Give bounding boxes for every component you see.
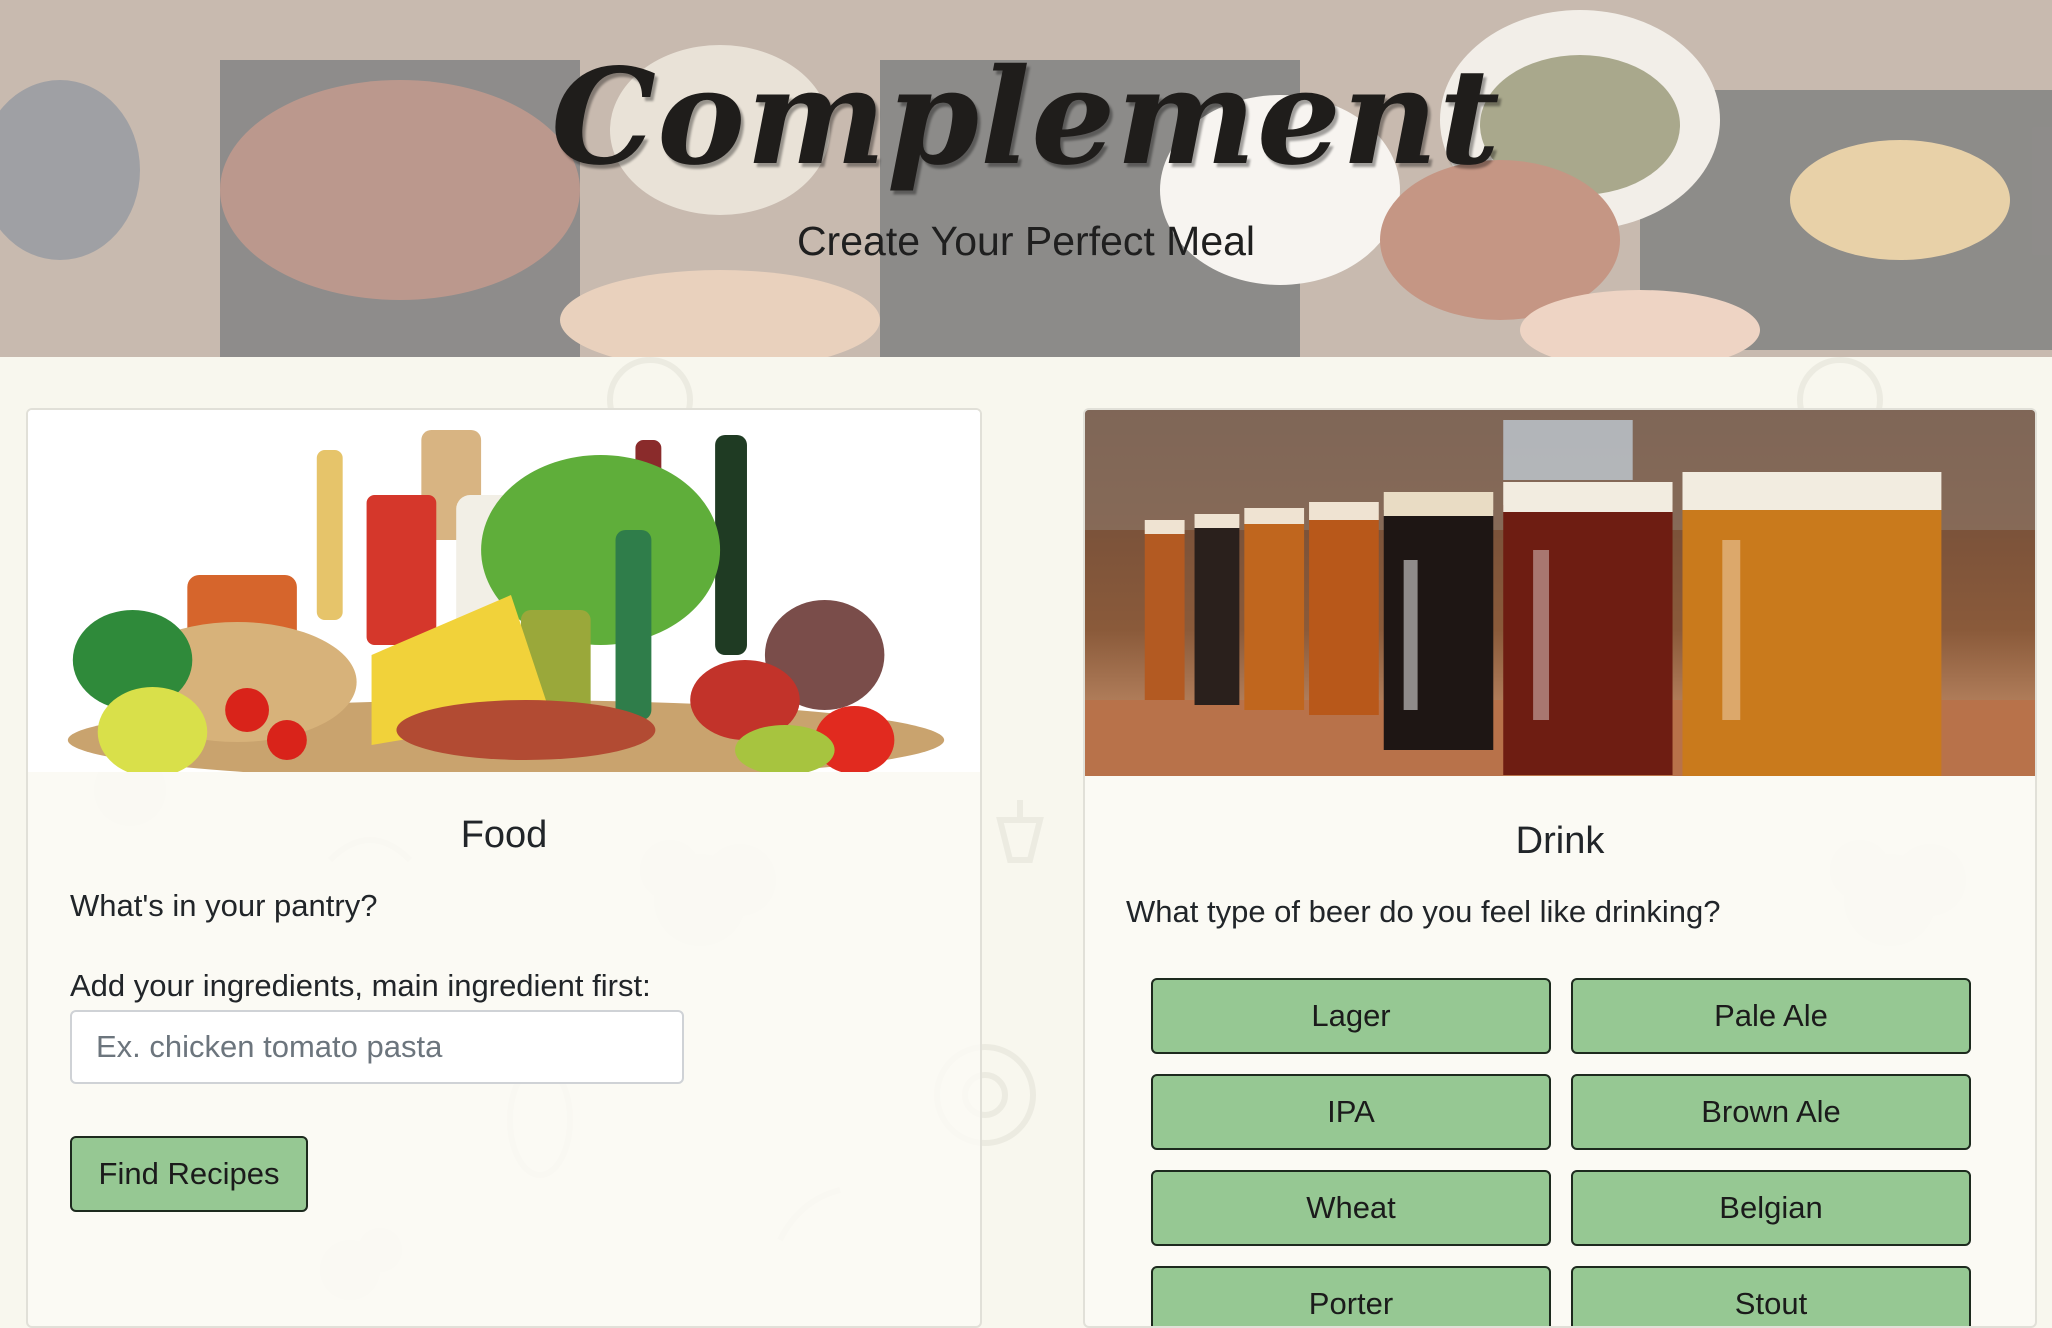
food-card-title: Food: [460, 814, 548, 856]
beer-glasses-image: [1085, 410, 2035, 776]
food-question: What's in your pantry?: [70, 888, 378, 923]
drink-card-title: Drink: [1515, 820, 1605, 862]
ingredients-label: Add your ingredients, main ingredient fi…: [70, 968, 651, 1003]
beer-button-brown-ale[interactable]: Brown Ale: [1571, 1074, 1971, 1150]
food-card: Food What's in your pantry? Add your ing…: [26, 408, 982, 1328]
ingredients-input[interactable]: [70, 1010, 684, 1084]
beer-button-stout[interactable]: Stout: [1571, 1266, 1971, 1326]
tagline: Create Your Perfect Meal: [796, 218, 1256, 264]
beer-button-porter[interactable]: Porter: [1151, 1266, 1551, 1326]
beer-button-pale-ale[interactable]: Pale Ale: [1571, 978, 1971, 1054]
beer-button-belgian[interactable]: Belgian: [1571, 1170, 1971, 1246]
hero-banner: Complement Create Your Perfect Meal: [0, 0, 2052, 357]
beer-button-ipa[interactable]: IPA: [1151, 1074, 1551, 1150]
find-recipes-button[interactable]: Find Recipes: [70, 1136, 308, 1212]
drink-question: What type of beer do you feel like drink…: [1126, 894, 1721, 929]
beer-button-lager[interactable]: Lager: [1151, 978, 1551, 1054]
groceries-image: [28, 410, 980, 772]
beer-button-wheat[interactable]: Wheat: [1151, 1170, 1551, 1246]
drink-card: Drink What type of beer do you feel like…: [1083, 408, 2037, 1328]
brand-logo-text: Complement: [551, 40, 1501, 195]
